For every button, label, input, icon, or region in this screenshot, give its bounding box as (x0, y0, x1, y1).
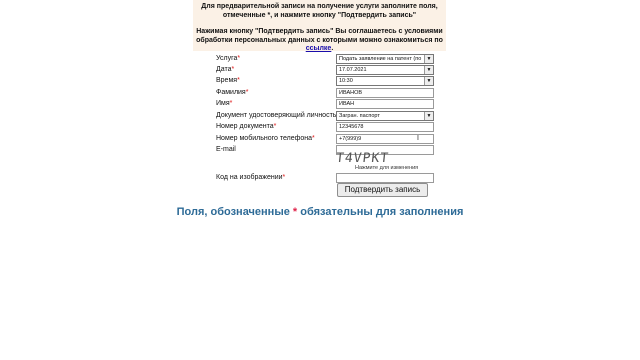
time-label: Время* (216, 77, 240, 84)
phone-input[interactable]: +7(999)9 I (336, 134, 434, 144)
doc-type-select[interactable]: Загран. паспорт ▼ (336, 111, 434, 121)
phone-row: Номер мобильного телефона* +7(999)9 I (216, 133, 436, 144)
submit-button[interactable]: Подтвердить запись (337, 183, 428, 197)
notice-period: . (331, 45, 334, 53)
time-row: Время* 10:30 ▼ (216, 75, 436, 86)
notice-line-3: Нажимая кнопку "Подтвердить запись" Вы с… (196, 28, 443, 36)
firstname-label: Имя* (216, 100, 233, 107)
captcha-code-label: Код на изображении* (216, 174, 286, 181)
firstname-row: Имя* ИВАН (216, 98, 436, 109)
doc-number-input[interactable]: 12345678 (336, 122, 434, 132)
service-select[interactable]: Подать заявление на патент (по ▼ (336, 54, 434, 64)
doc-number-label: Номер документа* (216, 123, 277, 130)
notice-line-4: обработки персональных данных с которыми… (196, 36, 443, 44)
required-fields-note: Поля, обозначенные * обязательны для зап… (176, 206, 464, 218)
chevron-down-icon: ▼ (424, 77, 433, 85)
date-label: Дата* (216, 66, 235, 73)
lastname-label: Фамилия* (216, 89, 249, 96)
date-row: Дата* 17.07.2021 ▼ (216, 64, 436, 75)
doc-type-row: Документ удостоверяющий личность* Загран… (216, 110, 436, 121)
notice-line-2: отмеченные *, и нажмите кнопку "Подтверд… (222, 11, 417, 19)
notice-line-1: Для предварительной записи на получение … (201, 3, 438, 10)
captcha-code-input[interactable] (336, 173, 434, 183)
privacy-policy-link[interactable]: ссылке (306, 45, 332, 52)
chevron-down-icon: ▼ (424, 112, 433, 120)
captcha-code-row: Код на изображении* (216, 172, 436, 183)
lastname-row: Фамилия* ИВАНОВ (216, 87, 436, 98)
doc-number-row: Номер документа* 12345678 (216, 121, 436, 132)
email-label: E-mail (216, 146, 236, 153)
email-row: E-mail (216, 144, 436, 155)
instructions-notice: Для предварительной записи на получение … (193, 0, 446, 53)
firstname-input[interactable]: ИВАН (336, 99, 434, 109)
captcha-image[interactable]: T4VPKT (335, 151, 390, 166)
chevron-down-icon: ▼ (424, 55, 433, 63)
date-select[interactable]: 17.07.2021 ▼ (336, 65, 434, 75)
text-cursor-icon: I (417, 135, 419, 142)
phone-label: Номер мобильного телефона* (216, 135, 315, 142)
captcha-refresh-hint[interactable]: Нажмите для изменения (355, 165, 418, 171)
service-label: Услуга* (216, 55, 241, 62)
time-select[interactable]: 10:30 ▼ (336, 76, 434, 86)
service-row: Услуга* Подать заявление на патент (по ▼ (216, 53, 436, 64)
chevron-down-icon: ▼ (424, 66, 433, 74)
doc-type-label: Документ удостоверяющий личность* (216, 112, 339, 119)
lastname-input[interactable]: ИВАНОВ (336, 88, 434, 98)
